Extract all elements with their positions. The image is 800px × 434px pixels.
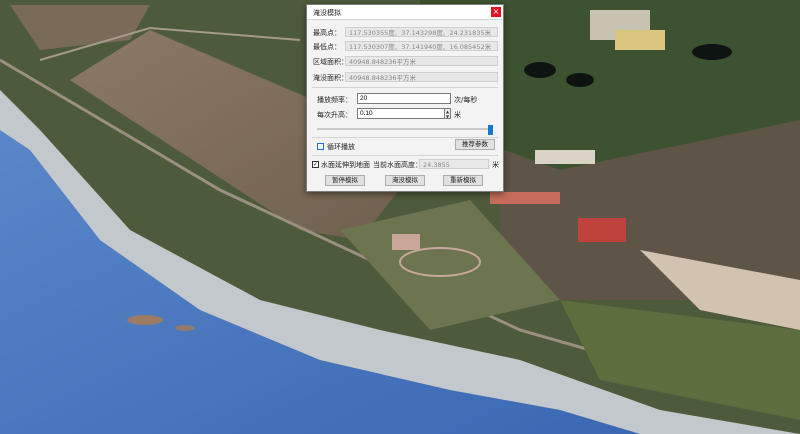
rise-stepper[interactable]: ▲ ▼	[445, 108, 451, 119]
flood-patch-2	[175, 325, 195, 331]
flood-area-label: 淹没面积：	[313, 74, 348, 82]
pond-dark-3	[692, 44, 732, 60]
rise-label: 每次升高：	[317, 111, 352, 119]
water-to-ground-label: 水面延伸到地面	[321, 161, 370, 169]
progress-slider[interactable]	[317, 125, 493, 135]
building-red-roof	[578, 218, 626, 242]
building-white	[535, 150, 595, 164]
slider-thumb[interactable]	[488, 125, 493, 135]
flood-simulation-dialog: 淹没模拟 × 最高点： 117.530355度、37.143298度、24.23…	[306, 4, 504, 192]
recommend-params-button[interactable]: 推荐参数	[455, 139, 495, 150]
separator-3	[312, 155, 498, 156]
dialog-titlebar[interactable]: 淹没模拟 ×	[307, 5, 503, 20]
pond-dark-1	[524, 62, 556, 78]
lowest-point-field[interactable]: 117.530307度、37.141940度、16.085452米	[345, 41, 498, 51]
separator-1	[312, 87, 498, 88]
separator-2	[312, 137, 498, 138]
rise-unit: 米	[454, 111, 461, 119]
lowest-point-label: 最低点：	[313, 43, 341, 51]
flood-simulation-button[interactable]: 淹没模拟	[385, 175, 425, 186]
pond-dark-2	[566, 73, 594, 87]
highest-point-label: 最高点：	[313, 29, 341, 37]
play-rate-input[interactable]	[357, 93, 451, 104]
building-yellow	[615, 30, 665, 50]
close-icon[interactable]: ×	[491, 7, 501, 17]
restart-simulation-button[interactable]: 重新模拟	[443, 175, 483, 186]
building-long	[490, 192, 560, 204]
dialog-title: 淹没模拟	[313, 9, 341, 17]
region-area-label: 区域面积：	[313, 58, 348, 66]
region-area-field[interactable]: 40948.848236平方米	[345, 56, 498, 66]
flood-area-field[interactable]: 40948.848236平方米	[345, 72, 498, 82]
current-height-label: 当前水面高度：	[373, 161, 422, 169]
loop-checkbox[interactable]	[317, 143, 324, 150]
plaza	[392, 234, 420, 250]
pause-simulation-button[interactable]: 暂停模拟	[325, 175, 365, 186]
rise-input[interactable]	[357, 108, 445, 119]
play-rate-unit: 次/每秒	[454, 96, 478, 104]
flood-patch-1	[127, 315, 163, 325]
loop-label: 循环播放	[327, 143, 355, 151]
slider-track	[317, 128, 493, 130]
water-to-ground-checkbox[interactable]: ✓	[312, 161, 319, 168]
current-height-unit: 米	[492, 161, 499, 169]
current-height-field[interactable]: 24.3855	[419, 159, 489, 169]
highest-point-field[interactable]: 117.530355度、37.143298度、24.231835米	[345, 27, 498, 37]
play-rate-label: 播放频率：	[317, 96, 352, 104]
